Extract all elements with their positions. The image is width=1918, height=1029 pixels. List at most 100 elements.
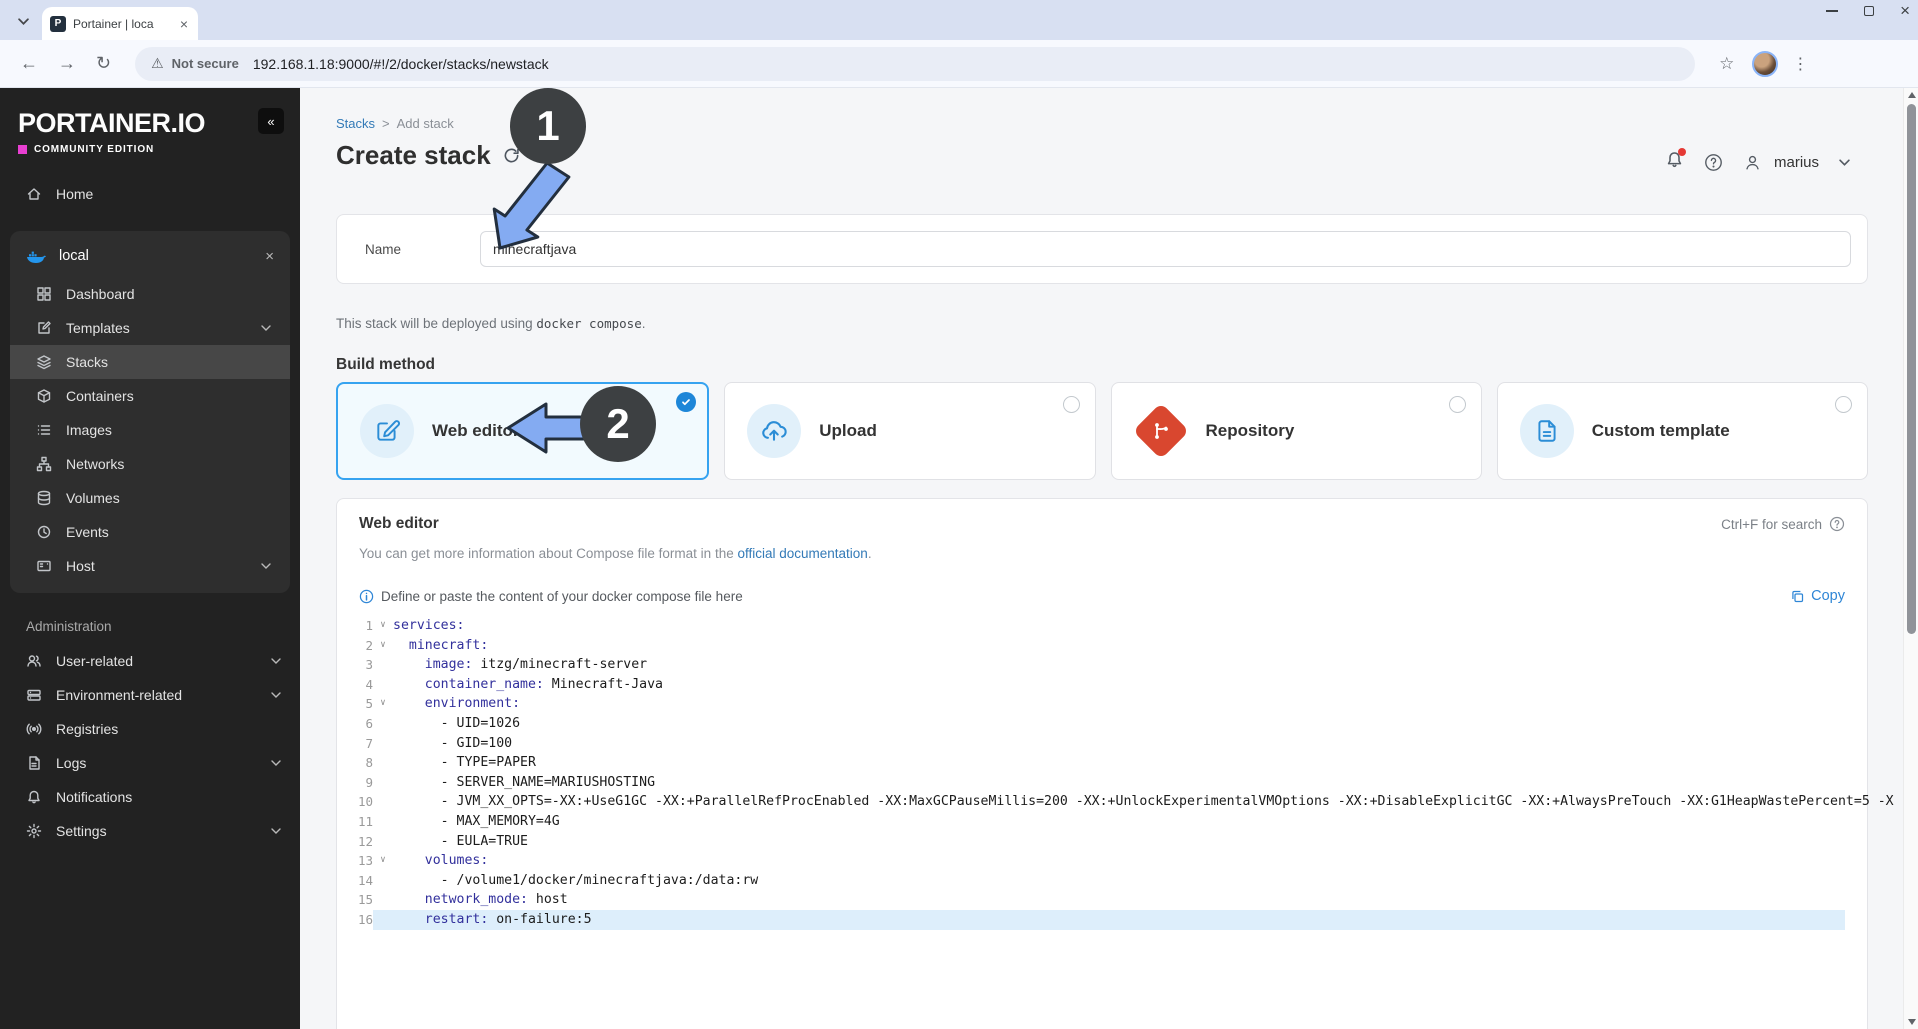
- code-line[interactable]: 1 ∨ services:: [347, 616, 1845, 636]
- sidebar-item-logs[interactable]: Logs: [0, 746, 300, 780]
- bookmark-star-icon[interactable]: ☆: [1709, 54, 1744, 74]
- tab-close-icon[interactable]: ×: [178, 16, 190, 32]
- browser-profile-avatar[interactable]: [1752, 50, 1779, 77]
- url-text[interactable]: 192.168.1.18:9000/#!/2/docker/stacks/new…: [253, 56, 549, 72]
- sidebar-item-templates[interactable]: Templates: [10, 311, 290, 345]
- chevron-down-icon: [271, 828, 281, 834]
- sidebar-item-registries[interactable]: Registries: [0, 712, 300, 746]
- person-icon[interactable]: [1743, 153, 1762, 172]
- environment-close-icon[interactable]: ×: [265, 248, 274, 265]
- build-option-upload[interactable]: Upload: [724, 382, 1096, 480]
- reload-icon[interactable]: ↻: [86, 53, 121, 74]
- environment-header[interactable]: local ×: [10, 235, 290, 277]
- document-icon: [29, 756, 40, 770]
- scrollbar-thumb[interactable]: [1907, 104, 1916, 634]
- chevron-down-icon[interactable]: [1839, 158, 1850, 166]
- code-line[interactable]: 8 - TYPE=PAPER: [347, 753, 1845, 773]
- code-line[interactable]: 2 ∨ minecraft:: [347, 636, 1845, 656]
- code-line[interactable]: 12 - EULA=TRUE: [347, 832, 1845, 852]
- sidebar-item-label: Registries: [56, 721, 119, 737]
- sidebar-item-label: Environment-related: [56, 687, 183, 703]
- name-label: Name: [365, 241, 402, 257]
- stack-name-input[interactable]: [480, 231, 1851, 267]
- code-line[interactable]: 16 restart: on-failure:5: [347, 909, 1845, 930]
- window-minimize-icon[interactable]: [1826, 10, 1839, 12]
- sidebar-item-label: Images: [66, 422, 112, 438]
- code-line[interactable]: 9 - SERVER_NAME=MARIUSHOSTING: [347, 773, 1845, 793]
- code-line[interactable]: 11 - MAX_MEMORY=4G: [347, 812, 1845, 832]
- code-line[interactable]: 13 ∨ volumes:: [347, 851, 1845, 871]
- radio-icon[interactable]: [1062, 396, 1080, 413]
- breadcrumb-stacks-link[interactable]: Stacks: [336, 116, 375, 131]
- sidebar-item-label: Host: [66, 558, 95, 574]
- sidebar-item-settings[interactable]: Settings: [0, 814, 300, 848]
- radio-icon[interactable]: [1835, 396, 1852, 413]
- annotation-step-2-circle: 2: [580, 386, 656, 462]
- environment-section: local × Dashboard Templates Stacks Conta…: [10, 231, 290, 593]
- edition-label: COMMUNITY EDITION: [34, 144, 155, 155]
- deploy-code: docker compose: [536, 316, 642, 331]
- annotation-arrow-1: [492, 161, 571, 250]
- forward-icon[interactable]: →: [48, 53, 86, 74]
- sidebar-item-volumes[interactable]: Volumes: [10, 481, 290, 515]
- code-line[interactable]: 15 network_mode: host: [347, 890, 1845, 910]
- sidebar-item-dashboard[interactable]: Dashboard: [10, 277, 290, 311]
- server-icon: [27, 689, 41, 701]
- code-line[interactable]: 5 ∨ environment:: [347, 694, 1845, 714]
- sidebar-item-environment-related[interactable]: Environment-related: [0, 678, 300, 712]
- sidebar-item-networks[interactable]: Networks: [10, 447, 290, 481]
- portainer-favicon-icon: P: [50, 15, 66, 32]
- notifications-bell-button[interactable]: [1665, 148, 1686, 174]
- window-close-icon[interactable]: ×: [1900, 2, 1910, 19]
- address-bar[interactable]: ⚠ Not secure 192.168.1.18:9000/#!/2/dock…: [135, 46, 1696, 81]
- sidebar-item-events[interactable]: Events: [10, 515, 290, 549]
- compose-info-text: You can get more information about Compo…: [359, 546, 872, 561]
- build-option-repository[interactable]: Repository: [1110, 382, 1482, 480]
- scroll-down-icon[interactable]: [1908, 1019, 1916, 1025]
- cloud-upload-icon: [762, 421, 787, 441]
- question-circle-icon[interactable]: [1829, 516, 1845, 532]
- question-circle-icon[interactable]: [1704, 153, 1723, 172]
- code-line[interactable]: 14 - /volume1/docker/minecraftjava:/data…: [347, 871, 1845, 891]
- sidebar-item-notifications[interactable]: Notifications: [0, 780, 300, 814]
- scroll-up-icon[interactable]: [1908, 92, 1916, 98]
- window-restore-icon[interactable]: [1864, 6, 1875, 16]
- official-documentation-link[interactable]: official documentation: [737, 546, 867, 561]
- browser-menu-icon[interactable]: ⋮: [1786, 54, 1818, 74]
- sidebar-item-label: Logs: [56, 755, 87, 771]
- username[interactable]: marius: [1774, 154, 1819, 171]
- images-icon: [37, 425, 51, 435]
- sidebar-item-images[interactable]: Images: [10, 413, 290, 447]
- volumes-icon: [37, 490, 51, 506]
- sidebar-item-user-related[interactable]: User-related: [0, 644, 300, 678]
- sidebar-collapse-button[interactable]: «: [258, 108, 284, 134]
- copy-button[interactable]: Copy: [1790, 588, 1845, 604]
- sidebar-item-containers[interactable]: Containers: [10, 379, 290, 413]
- sidebar-item-label: Volumes: [66, 490, 120, 506]
- portainer-logo: PORTAINER.IO: [18, 108, 206, 138]
- sidebar-item-label: Home: [56, 186, 94, 202]
- chevron-down-icon: [271, 692, 281, 698]
- code-line[interactable]: 3 image: itzg/minecraft-server: [347, 655, 1845, 675]
- code-line[interactable]: 10 - JVM_XX_OPTS=-XX:+UseG1GC -XX:+Paral…: [347, 792, 1894, 812]
- sidebar-item-stacks[interactable]: Stacks: [10, 345, 290, 379]
- chevron-down-icon: [271, 658, 281, 664]
- page-scrollbar[interactable]: [1903, 88, 1918, 1029]
- browser-tab[interactable]: P Portainer | loca ×: [42, 7, 198, 40]
- build-option-custom-template[interactable]: Custom template: [1496, 382, 1868, 480]
- not-secure-label[interactable]: Not secure: [172, 56, 239, 71]
- code-line[interactable]: 6 - UID=1026: [347, 714, 1845, 734]
- sidebar-item-label: Notifications: [56, 789, 133, 805]
- edition-square-icon: [18, 145, 27, 154]
- tab-search-button[interactable]: [10, 8, 36, 34]
- back-icon[interactable]: ←: [10, 53, 48, 74]
- file-icon: [1538, 420, 1556, 442]
- stacks-icon: [37, 355, 51, 370]
- breadcrumb: Stacks > Add stack: [336, 116, 454, 131]
- code-line[interactable]: 4 container_name: Minecraft-Java: [347, 675, 1845, 695]
- radio-icon[interactable]: [1448, 396, 1466, 413]
- code-line[interactable]: 7 - GID=100: [347, 734, 1845, 754]
- sidebar-item-home[interactable]: Home: [0, 177, 300, 211]
- sidebar-item-host[interactable]: Host: [10, 549, 290, 583]
- code-editor[interactable]: 1 ∨ services: 2 ∨ minecraft: 3 image: itzg/mi…: [347, 616, 1894, 930]
